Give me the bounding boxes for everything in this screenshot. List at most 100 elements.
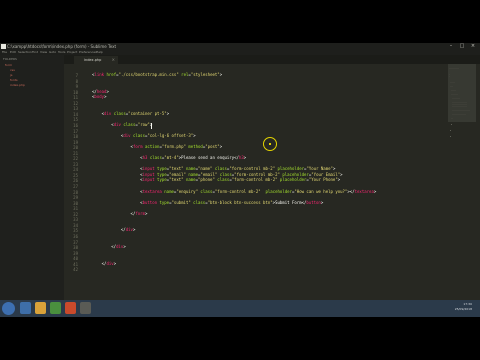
code-token: "name" (198, 166, 213, 172)
code-line[interactable]: </div> (92, 227, 135, 232)
line-number: 12 (73, 100, 78, 106)
tab-bar: index.php × (64, 55, 480, 64)
code-token: < (92, 177, 143, 183)
line-number: 15 (73, 117, 78, 123)
code-token: textarea (142, 188, 165, 194)
code-token: name (185, 171, 198, 177)
code-token: > (106, 88, 109, 94)
code-token: "text" (169, 166, 184, 172)
code-token: < (92, 144, 133, 150)
explorer-icon[interactable] (20, 302, 31, 314)
sidebar-file-index[interactable]: index.php (10, 83, 25, 87)
code-line[interactable]: <body> (92, 94, 106, 99)
code-token: "form-control mb-2" (231, 177, 278, 183)
sidebar: FOLDERS form css js fonts index.php (0, 55, 64, 317)
code-line[interactable]: <div class="container pt-5"> (92, 111, 169, 116)
maximize-button[interactable]: □ (457, 43, 467, 50)
minimap-line (449, 136, 451, 137)
code-line[interactable]: <div class="col-lg-6 offset-3"> (92, 133, 196, 138)
code-line[interactable]: <form action="form.php" method="post"> (92, 144, 223, 150)
line-number: 21 (73, 150, 78, 156)
sidebar-folder-form[interactable]: form (5, 63, 12, 67)
start-button-icon[interactable] (2, 302, 15, 315)
code-line[interactable]: </div> (92, 244, 125, 250)
code-line[interactable]: <input type="text" name="phone" class="f… (92, 177, 340, 182)
code-line[interactable]: <h3 class="mt-4">Please send an enquiry<… (92, 155, 246, 160)
code-token: action (145, 144, 160, 150)
sidebar-folder-fonts[interactable]: fonts (10, 78, 18, 82)
code-token: > (219, 72, 223, 77)
code-token: class (123, 121, 136, 127)
app-icon (1, 44, 6, 49)
code-token: "Your Phone" (308, 177, 338, 183)
code-token: < (92, 155, 143, 161)
code-token: input (142, 177, 158, 183)
line-number: 28 (73, 189, 78, 195)
code-line[interactable]: </div> (92, 261, 116, 266)
line-number: 27 (73, 184, 78, 189)
code-token: > (132, 227, 136, 233)
taskbar: 17:30 25/09/2018 (0, 300, 480, 317)
code-token: > (113, 260, 117, 266)
code-token: method (185, 144, 203, 150)
line-number: 39 (73, 250, 78, 256)
line-number: 18 (73, 134, 78, 140)
code-token: >Please send an enquiry</ (178, 155, 239, 161)
code-token: "post" (205, 144, 220, 150)
code-token: "How can we help you?" (294, 188, 348, 194)
code-token: "enquiry" (176, 188, 199, 194)
system-clock[interactable]: 17:30 25/09/2018 (455, 302, 472, 312)
close-button[interactable]: × (468, 43, 478, 50)
code-token: "form-control mb-2" (229, 166, 276, 172)
folder-icon[interactable] (35, 302, 46, 314)
code-token: type (157, 171, 167, 177)
code-token: </ (92, 260, 107, 266)
minimap-viewport[interactable] (448, 64, 476, 122)
code-token: "./css/bootstrap.min.css" (118, 72, 179, 77)
code-line[interactable]: </head> (92, 89, 109, 94)
code-token: > (145, 210, 148, 216)
code-line[interactable]: <textarea name="enquiry" class="form-con… (92, 189, 376, 194)
line-number: 8 (75, 78, 78, 84)
line-number: 19 (73, 139, 78, 145)
code-area[interactable]: <link href="./css/bootstrap.min.css" rel… (84, 64, 444, 317)
line-number: 11 (73, 95, 78, 101)
code-token: placeholder (275, 166, 305, 172)
tab-index-php[interactable]: index.php × (74, 56, 118, 64)
line-number: 9 (75, 84, 78, 90)
line-number: 10 (73, 89, 78, 95)
code-token: </ (92, 244, 117, 250)
title-bar: C:\xampp\htdocs\form\index.php (form) - … (0, 43, 480, 50)
minimap-line (450, 124, 452, 125)
code-token: "Your Email" (311, 171, 341, 177)
code-line[interactable]: <link href="./css/bootstrap.min.css" rel… (92, 72, 222, 77)
sidebar-header: FOLDERS (3, 57, 17, 61)
sidebar-folder-js[interactable]: js (10, 73, 12, 77)
minimize-button[interactable]: – (446, 43, 456, 50)
line-number: 35 (73, 228, 78, 234)
chrome-icon[interactable] (50, 302, 61, 314)
code-token: "email" (200, 171, 218, 177)
line-number: 29 (73, 195, 78, 201)
code-line[interactable]: </form> (92, 210, 148, 216)
minimap-line (450, 130, 452, 131)
code-line[interactable]: <div class="row"> (92, 122, 152, 127)
code-line[interactable]: <input type="text" name="name" class="fo… (92, 166, 335, 171)
code-line[interactable]: <button type="submit" class="btn-block b… (92, 200, 323, 205)
code-token: textarea (354, 188, 374, 194)
editor-window: C:\xampp\htdocs\form\index.php (form) - … (0, 43, 480, 317)
line-number: 17 (73, 128, 78, 134)
code-token: class (217, 171, 232, 177)
code-token: < (92, 188, 143, 194)
xampp-icon[interactable] (65, 302, 76, 314)
code-token: type (157, 166, 167, 172)
code-token: > (332, 166, 336, 172)
tab-close-icon[interactable]: × (112, 56, 115, 64)
line-number: 25 (73, 172, 78, 178)
sidebar-folder-css[interactable]: css (10, 68, 15, 72)
line-number: 41 (73, 261, 78, 267)
code-token: name (183, 166, 196, 172)
sublime-text-icon[interactable] (80, 302, 91, 314)
code-line[interactable]: <input type="email" name="email" class="… (92, 171, 342, 177)
code-token: "form-control mb-2" (214, 188, 261, 194)
